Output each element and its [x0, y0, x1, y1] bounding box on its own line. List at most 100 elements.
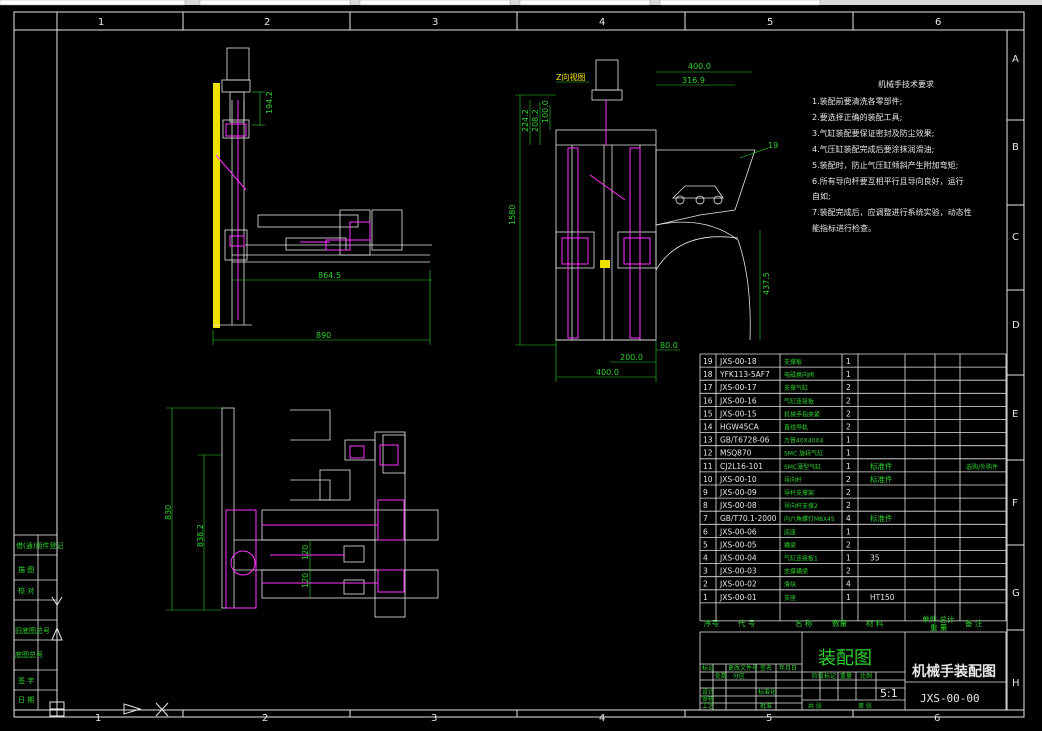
bom-header-mat: 材 料	[866, 618, 884, 628]
bom-cell-code: JXS-00-03	[719, 567, 757, 576]
bom-cell-qty: 4	[846, 514, 851, 523]
bom-cell-no: 9	[703, 488, 708, 497]
bom-cell-name: 导向杆支撑2	[784, 502, 818, 510]
bom-cell-name: 气缸连接板1	[784, 555, 818, 563]
dim-text: 890	[316, 331, 331, 340]
tb-label: 共 张	[808, 702, 822, 710]
tb-label: 分区	[733, 672, 745, 680]
bom-cell-qty: 2	[846, 501, 851, 510]
dim-text: 830	[164, 505, 173, 520]
bom-cell-qty: 1	[846, 462, 851, 471]
row-label: D	[1012, 320, 1020, 331]
bom-cell-name: SMC 旋转气缸	[784, 450, 823, 458]
tb-label: 重量	[840, 672, 852, 680]
top-view-dims	[166, 407, 311, 611]
bom-cell-qty: 4	[846, 580, 851, 589]
bom-cell-name: 直线导轨	[784, 424, 808, 432]
dim-text: 864.5	[318, 271, 341, 280]
bom-cell-no: 3	[703, 567, 708, 576]
bom-header-code: 代 号	[738, 618, 755, 628]
row-label: E	[1012, 409, 1018, 420]
tb-label: 签名	[760, 664, 772, 672]
stamp-label: 校 对	[18, 586, 34, 595]
top-view[interactable]: 830 838.2 120 120	[164, 407, 439, 618]
bom-cell-code: JXS-00-16	[719, 396, 757, 405]
ucs-icon	[49, 596, 169, 717]
col-label: 3	[432, 17, 438, 28]
bom-cell-name: 导杆支撑架	[784, 489, 814, 497]
note-line: 3.气缸装配要保证密封及防尘效果;	[812, 128, 934, 138]
note-line: 2.要选择正确的装配工具;	[812, 112, 902, 122]
dim-text: 400.0	[688, 62, 711, 71]
bom-cell-code: JXS-00-15	[719, 409, 757, 418]
bom-cell-qty: 2	[846, 396, 851, 405]
bom-cell-no: 17	[703, 383, 713, 392]
layer-dropdown[interactable]	[0, 0, 186, 6]
bom-cell-mat: 标准件	[870, 513, 893, 523]
bom-cell-qty: 1	[846, 554, 851, 563]
dim-text: 1580	[508, 205, 517, 225]
note-line: 4.气压缸装配完成后要涂抹润滑油;	[812, 144, 934, 154]
bom-cell-name: 支座	[784, 594, 796, 602]
bom-header-note: 备 注	[965, 618, 983, 628]
yellow-column	[213, 83, 220, 328]
front-view[interactable]: 194.2 864.5 890	[212, 47, 432, 345]
view-name: 装配图	[818, 648, 872, 669]
bom-cell-no: 2	[703, 580, 708, 589]
col-label: 3	[431, 713, 437, 724]
bom-cell-no: 11	[703, 462, 713, 471]
drawing-title: 机械手装配图	[912, 663, 996, 680]
bom-cell-qty: 2	[846, 409, 851, 418]
bom-cell-qty: 2	[846, 540, 851, 549]
lineweight-dropdown[interactable]	[359, 0, 511, 6]
bom-cell-no: 5	[703, 540, 708, 549]
tb-label: 年月日	[779, 664, 797, 672]
note-line: 5.装配时，防止气压缸倾斜产生附加弯矩;	[812, 160, 958, 170]
dim-text: 120	[301, 573, 310, 588]
bom-cell-name: 内六角螺钉M8X45	[784, 515, 835, 523]
bom-cell-mat: 标准件	[870, 461, 893, 471]
bom-cell-name: 横梁	[784, 541, 796, 549]
bom-cell-code: CJ2L16-101	[720, 462, 763, 471]
title-block: 标记 处数 分区 更改文件号 签名 年月日 设计 标准化 审核 工艺 批准 阶段…	[699, 631, 1007, 711]
tb-label: 标准化	[758, 688, 776, 696]
color-dropdown[interactable]	[659, 0, 821, 6]
bom-cell-no: 8	[703, 501, 708, 510]
bom-cell-qty: 2	[846, 488, 851, 497]
stamp-label: 旧底图总号	[15, 626, 50, 635]
bom-cell-mat: HT150	[870, 593, 895, 602]
col-label: 4	[599, 713, 605, 724]
bom-cell-name: 支撑板	[784, 358, 802, 366]
technical-notes: 机械手技术要求 1.装配前要清洗各零部件; 2.要选择正确的装配工具; 3.气缸…	[812, 79, 972, 233]
stamp-label: 底图总号	[15, 650, 43, 659]
dim-text: 200.0	[620, 353, 643, 362]
bom-cell-qty: 2	[846, 475, 851, 484]
bom-cell-qty: 2	[846, 423, 851, 432]
dim-text: 224.2	[521, 109, 530, 132]
bom-cell-qty: 1	[846, 449, 851, 458]
bom-cell-qty: 1	[846, 370, 851, 379]
bom-cell-name: 机械手指夹紧	[784, 410, 820, 418]
linetype-dropdown[interactable]	[199, 0, 351, 6]
note-line: 自如;	[812, 191, 831, 201]
bom-cell-qty: 1	[846, 593, 851, 602]
note-line: 1.装配前要清洗各零部件;	[812, 96, 902, 106]
stamp-label: 签 字	[18, 676, 34, 685]
part-balloon: 19	[768, 141, 778, 150]
bom-cell-no: 10	[703, 475, 713, 484]
dim-text: 120	[301, 545, 310, 560]
bom-cell-code: JXS-00-18	[719, 357, 757, 366]
cad-drawing-canvas[interactable]: 1 2 3 4 5 6 1 2 3 4 5 6 A B C D E F G H …	[0, 0, 1042, 731]
bom-cell-code: GB/T70.1-2000	[720, 514, 777, 523]
plotstyle-dropdown[interactable]	[519, 0, 651, 6]
note-line: 能指标进行检查。	[812, 223, 876, 233]
bom-cell-code: MSQ870	[720, 449, 752, 458]
bom-cell-name: 支撑气缸	[784, 384, 808, 392]
side-view[interactable]: Z向视图 400.0 316.9 224.2 208.2 100.0 1580 …	[508, 59, 778, 382]
dim-text: 100.0	[541, 100, 550, 123]
bom-cell-code: JXS-00-05	[719, 540, 757, 549]
tb-label: 比例	[860, 672, 872, 680]
bom-cell-qty: 1	[846, 527, 851, 536]
dim-text: 316.9	[682, 76, 705, 85]
bom-cell-name: 底座	[784, 528, 796, 536]
